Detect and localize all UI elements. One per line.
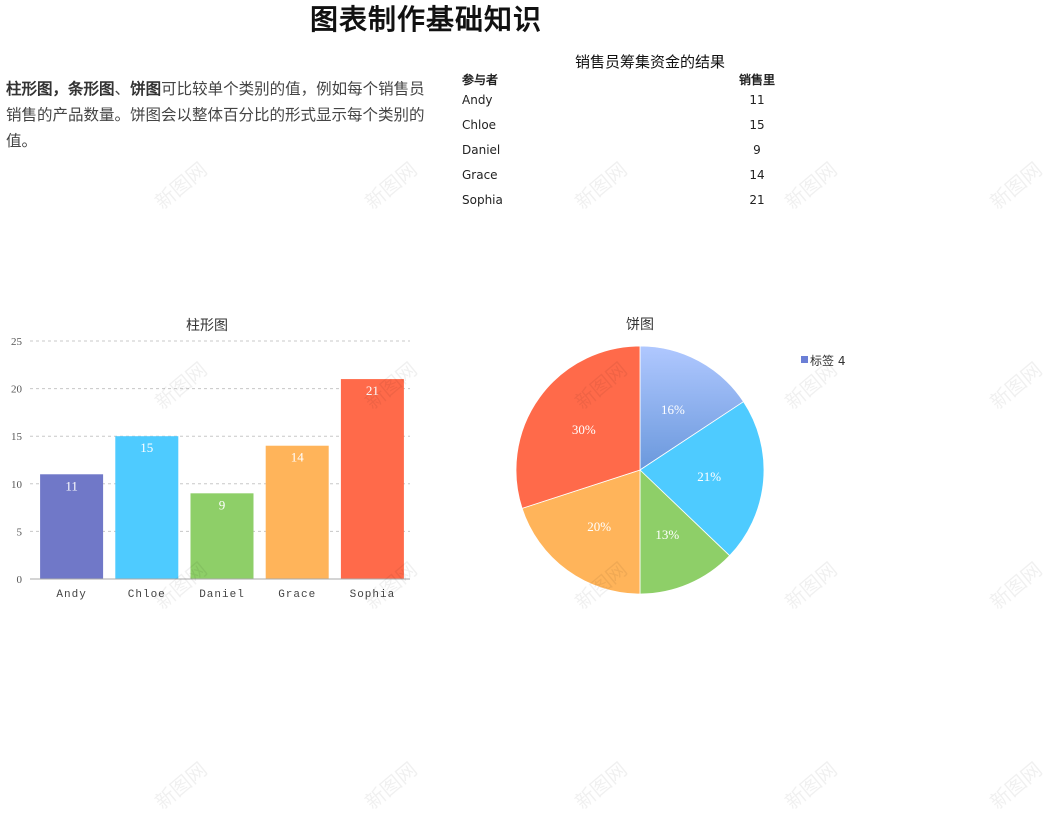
y-tick-label: 5 <box>17 526 23 538</box>
bar-data-label: 11 <box>65 478 78 493</box>
y-tick-label: 10 <box>11 479 23 491</box>
y-tick-label: 15 <box>11 431 23 443</box>
x-tick-label: Andy <box>56 589 86 601</box>
bar <box>115 436 179 579</box>
pie-percent-label: 13% <box>655 527 679 542</box>
pie-percent-label: 30% <box>572 422 596 437</box>
x-tick-label: Sophia <box>350 589 396 601</box>
pie-percent-label: 20% <box>587 519 611 534</box>
bar-data-label: 15 <box>140 440 153 455</box>
pie-percent-label: 16% <box>661 402 685 417</box>
legend-swatch <box>801 356 808 363</box>
pie-percent-label: 21% <box>697 469 721 484</box>
y-tick-label: 20 <box>11 384 23 396</box>
x-tick-label: Grace <box>278 589 316 601</box>
bar-data-label: 21 <box>366 383 379 398</box>
charts-canvas: 0 5 10 15 20 25 11 Andy 15 Chloe 9 Daniel 14 Grace 21 S… <box>11 336 845 601</box>
bar <box>340 379 404 579</box>
legend-label: 标签 4 <box>810 353 845 368</box>
pie-legend: 标签 4 <box>801 353 845 368</box>
y-tick-label: 0 <box>17 574 23 586</box>
x-tick-label: Chloe <box>128 589 166 601</box>
x-tick-label: Daniel <box>199 589 245 601</box>
y-tick-label: 25 <box>11 336 23 348</box>
bar-data-label: 9 <box>219 497 226 512</box>
pie-chart: 16% 21% 13% 20% 30% <box>515 345 765 595</box>
bar-data-label: 14 <box>291 450 305 465</box>
bar-chart: 0 5 10 15 20 25 11 Andy 15 Chloe 9 Daniel 14 Grace 21 S… <box>11 336 410 601</box>
bar <box>265 445 329 579</box>
